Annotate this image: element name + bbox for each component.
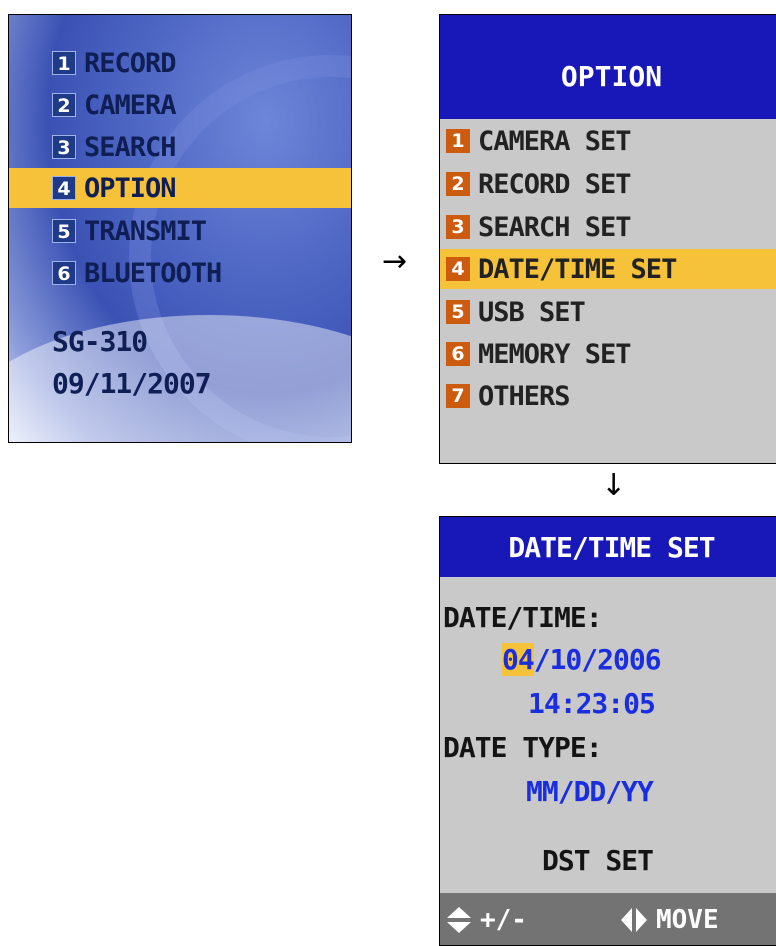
main-menu-item-camera[interactable]: 2 CAMERA xyxy=(9,85,351,125)
number-7-icon: 7 xyxy=(446,384,470,408)
time-value[interactable]: 14:23:05 xyxy=(528,687,656,720)
date-type-value[interactable]: MM/DD/YY xyxy=(526,775,654,808)
number-3-icon: 3 xyxy=(446,215,470,239)
main-menu-item-bluetooth[interactable]: 6 BLUETOOTH xyxy=(9,253,351,293)
device-model: SG-310 xyxy=(52,325,148,358)
menu-item-label: TRANSMIT xyxy=(84,215,207,247)
date-value[interactable]: 04/10/2006 xyxy=(502,643,662,676)
move-hint: MOVE xyxy=(656,905,719,935)
option-title: OPTION xyxy=(440,15,776,119)
menu-item-label: MEMORY SET xyxy=(478,338,632,370)
main-menu-item-search[interactable]: 3 SEARCH xyxy=(9,127,351,167)
adjust-hint: +/- xyxy=(480,905,527,935)
date-time-screen: DATE/TIME SET DATE/TIME: 04/10/2006 14:2… xyxy=(439,516,776,946)
number-4-icon: 4 xyxy=(446,257,470,281)
option-item-memory-set[interactable]: 6 MEMORY SET xyxy=(440,334,776,374)
menu-item-label: OPTION xyxy=(84,172,177,204)
number-6-icon: 6 xyxy=(52,261,76,285)
dst-set-option[interactable]: DST SET xyxy=(542,844,654,877)
day-year-field[interactable]: /10/2006 xyxy=(534,643,662,676)
option-item-others[interactable]: 7 OTHERS xyxy=(440,376,776,416)
main-menu-item-record[interactable]: 1 RECORD xyxy=(9,43,351,83)
menu-item-label: SEARCH SET xyxy=(478,211,632,243)
option-item-search-set[interactable]: 3 SEARCH SET xyxy=(440,207,776,247)
number-2-icon: 2 xyxy=(52,93,76,117)
month-field[interactable]: 04 xyxy=(502,643,535,676)
main-menu-item-transmit[interactable]: 5 TRANSMIT xyxy=(9,211,351,251)
menu-item-label: CAMERA xyxy=(84,89,177,121)
date-time-title: DATE/TIME SET xyxy=(440,517,776,577)
menu-item-label: RECORD xyxy=(84,47,177,79)
number-3-icon: 3 xyxy=(52,135,76,159)
menu-item-label: OTHERS xyxy=(478,380,571,412)
right-arrow-icon: → xyxy=(382,244,408,279)
down-arrow-icon: ↓ xyxy=(601,468,627,503)
number-6-icon: 6 xyxy=(446,342,470,366)
device-date: 09/11/2007 xyxy=(52,367,212,400)
number-5-icon: 5 xyxy=(52,219,76,243)
menu-item-label: RECORD SET xyxy=(478,168,632,200)
left-right-icon xyxy=(621,908,647,932)
footer-bar: +/- MOVE xyxy=(440,893,776,945)
option-menu-screen: OPTION 1 CAMERA SET 2 RECORD SET 3 SEARC… xyxy=(439,14,776,464)
date-type-label: DATE TYPE: xyxy=(443,731,603,764)
number-1-icon: 1 xyxy=(52,51,76,75)
option-item-camera-set[interactable]: 1 CAMERA SET xyxy=(440,121,776,161)
date-time-label: DATE/TIME: xyxy=(443,601,603,634)
number-1-icon: 1 xyxy=(446,129,470,153)
number-5-icon: 5 xyxy=(446,300,470,324)
number-2-icon: 2 xyxy=(446,172,470,196)
up-down-icon xyxy=(447,907,471,933)
main-menu-screen: 1 RECORD 2 CAMERA 3 SEARCH 4 OPTION 5 TR… xyxy=(8,14,352,443)
menu-item-label: DATE/TIME SET xyxy=(478,253,677,285)
main-menu-item-option[interactable]: 4 OPTION xyxy=(9,168,351,208)
menu-item-label: BLUETOOTH xyxy=(84,257,222,289)
number-4-icon: 4 xyxy=(52,176,76,200)
option-item-date-time-set[interactable]: 4 DATE/TIME SET xyxy=(440,249,776,289)
menu-item-label: CAMERA SET xyxy=(478,125,632,157)
option-item-usb-set[interactable]: 5 USB SET xyxy=(440,292,776,332)
option-item-record-set[interactable]: 2 RECORD SET xyxy=(440,164,776,204)
menu-item-label: SEARCH xyxy=(84,131,177,163)
menu-item-label: USB SET xyxy=(478,296,586,328)
